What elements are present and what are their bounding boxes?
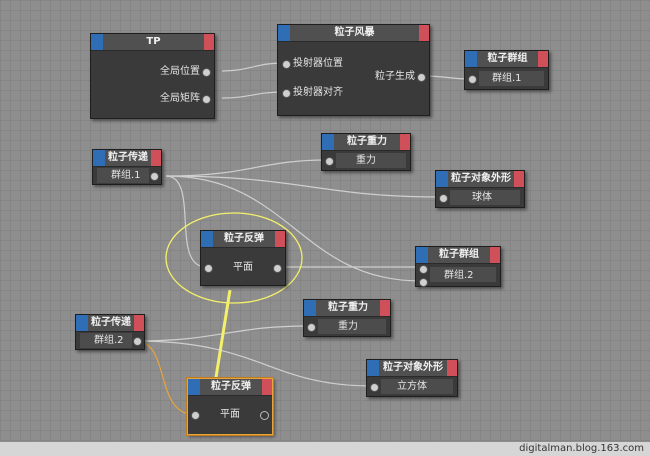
output-port-group[interactable] [150, 172, 159, 181]
output-port-group[interactable] [133, 337, 142, 346]
node-title: 粒子对象外形 [451, 173, 511, 184]
node-particle-deflector-1[interactable]: 粒子反弹 平面 [200, 230, 286, 286]
node-particle-storm[interactable]: 粒子风暴 投射器位置 投射器对齐 粒子生成 [277, 24, 430, 116]
wire-pass1-shape1 [165, 175, 442, 198]
output-port-global-position[interactable] [202, 68, 211, 77]
port-label-plane: 平面 [220, 409, 240, 420]
input-port-group[interactable] [468, 75, 477, 84]
node-header[interactable]: 粒子风暴 [278, 25, 429, 42]
node-particle-group-1[interactable]: 粒子群组 群组.1 [464, 50, 549, 90]
output-port-plane[interactable] [260, 411, 269, 420]
node-title: 粒子对象外形 [383, 362, 443, 373]
port-label-group: 群组.2 [94, 335, 124, 346]
input-port-emitter-alignment[interactable] [282, 89, 291, 98]
node-header[interactable]: 粒子重力 [304, 300, 390, 317]
node-header[interactable]: 粒子传递 [93, 150, 161, 167]
node-particle-group-2[interactable]: 粒子群组 群组.2 [415, 246, 501, 287]
input-port-plane[interactable] [191, 411, 200, 420]
node-particle-deflector-2[interactable]: 粒子反弹 平面 [187, 378, 273, 435]
watermark-bar: digitalman.blog.163.com [0, 442, 650, 456]
port-label-particle-birth: 粒子生成 [375, 71, 415, 82]
port-label-cube: 立方体 [397, 381, 427, 392]
input-port-emitter-position[interactable] [282, 60, 291, 69]
port-label-group: 群组.1 [492, 73, 522, 84]
node-title: 粒子重力 [328, 302, 368, 313]
port-label-group: 群组.2 [444, 270, 474, 281]
input-port-gravity[interactable] [307, 323, 316, 332]
node-header[interactable]: 粒子重力 [322, 134, 410, 151]
wire-pass2-deflect2 [135, 340, 194, 415]
node-particle-pass-2[interactable]: 粒子传递 群组.2 [75, 314, 145, 350]
node-title: 粒子群组 [487, 53, 528, 64]
node-tp[interactable]: TP 全局位置 全局矩阵 [90, 33, 215, 119]
node-header[interactable]: TP [91, 34, 214, 51]
node-title: 粒子群组 [439, 249, 479, 260]
node-title: 粒子反弹 [211, 381, 251, 392]
node-header[interactable]: 粒子传递 [76, 315, 144, 332]
output-port-global-matrix[interactable] [202, 95, 211, 104]
input-port-cube[interactable] [370, 383, 379, 392]
node-particle-pass-1[interactable]: 粒子传递 群组.1 [92, 149, 162, 185]
watermark-text: digitalman.blog.163.com [519, 443, 644, 454]
port-label-group: 群组.1 [111, 170, 141, 181]
node-particle-shape-1[interactable]: 粒子对象外形 球体 [435, 170, 525, 208]
input-port-gravity[interactable] [325, 157, 334, 166]
output-port-particle-birth[interactable] [417, 73, 426, 82]
node-header[interactable]: 粒子反弹 [188, 379, 272, 396]
node-title: 粒子重力 [347, 136, 387, 147]
node-header[interactable]: 粒子反弹 [201, 231, 285, 248]
wire-global-position [221, 62, 285, 72]
port-label-plane: 平面 [233, 262, 253, 273]
node-header[interactable]: 粒子群组 [416, 247, 500, 264]
node-header[interactable]: 粒子对象外形 [436, 171, 524, 188]
node-header[interactable]: 粒子群组 [465, 51, 548, 68]
port-label-emitter-alignment: 投射器对齐 [293, 87, 343, 98]
port-label-gravity: 重力 [356, 155, 376, 166]
input-port-deflect[interactable] [419, 265, 428, 274]
node-particle-gravity-2[interactable]: 粒子重力 重力 [303, 299, 391, 337]
node-header[interactable]: 粒子对象外形 [367, 360, 457, 377]
wire-global-matrix [221, 91, 285, 99]
port-label-global-position: 全局位置 [160, 66, 200, 77]
wire-pass1-gravity1 [165, 159, 328, 177]
port-label-emitter-position: 投射器位置 [293, 58, 343, 69]
node-title: 粒子反弹 [224, 233, 264, 244]
input-port-group[interactable] [419, 278, 428, 287]
input-port-plane[interactable] [204, 264, 213, 273]
node-title: 粒子传递 [91, 317, 131, 328]
port-label-global-matrix: 全局矩阵 [160, 93, 200, 104]
input-port-sphere[interactable] [439, 194, 448, 203]
port-label-sphere: 球体 [472, 192, 492, 203]
node-title: 粒子传递 [108, 152, 148, 163]
node-title: TP [146, 36, 161, 47]
port-label-gravity: 重力 [338, 321, 358, 332]
node-particle-shape-2[interactable]: 粒子对象外形 立方体 [366, 359, 458, 397]
output-port-plane[interactable] [273, 264, 282, 273]
node-particle-gravity-1[interactable]: 粒子重力 重力 [321, 133, 411, 171]
node-title: 粒子风暴 [334, 27, 375, 38]
